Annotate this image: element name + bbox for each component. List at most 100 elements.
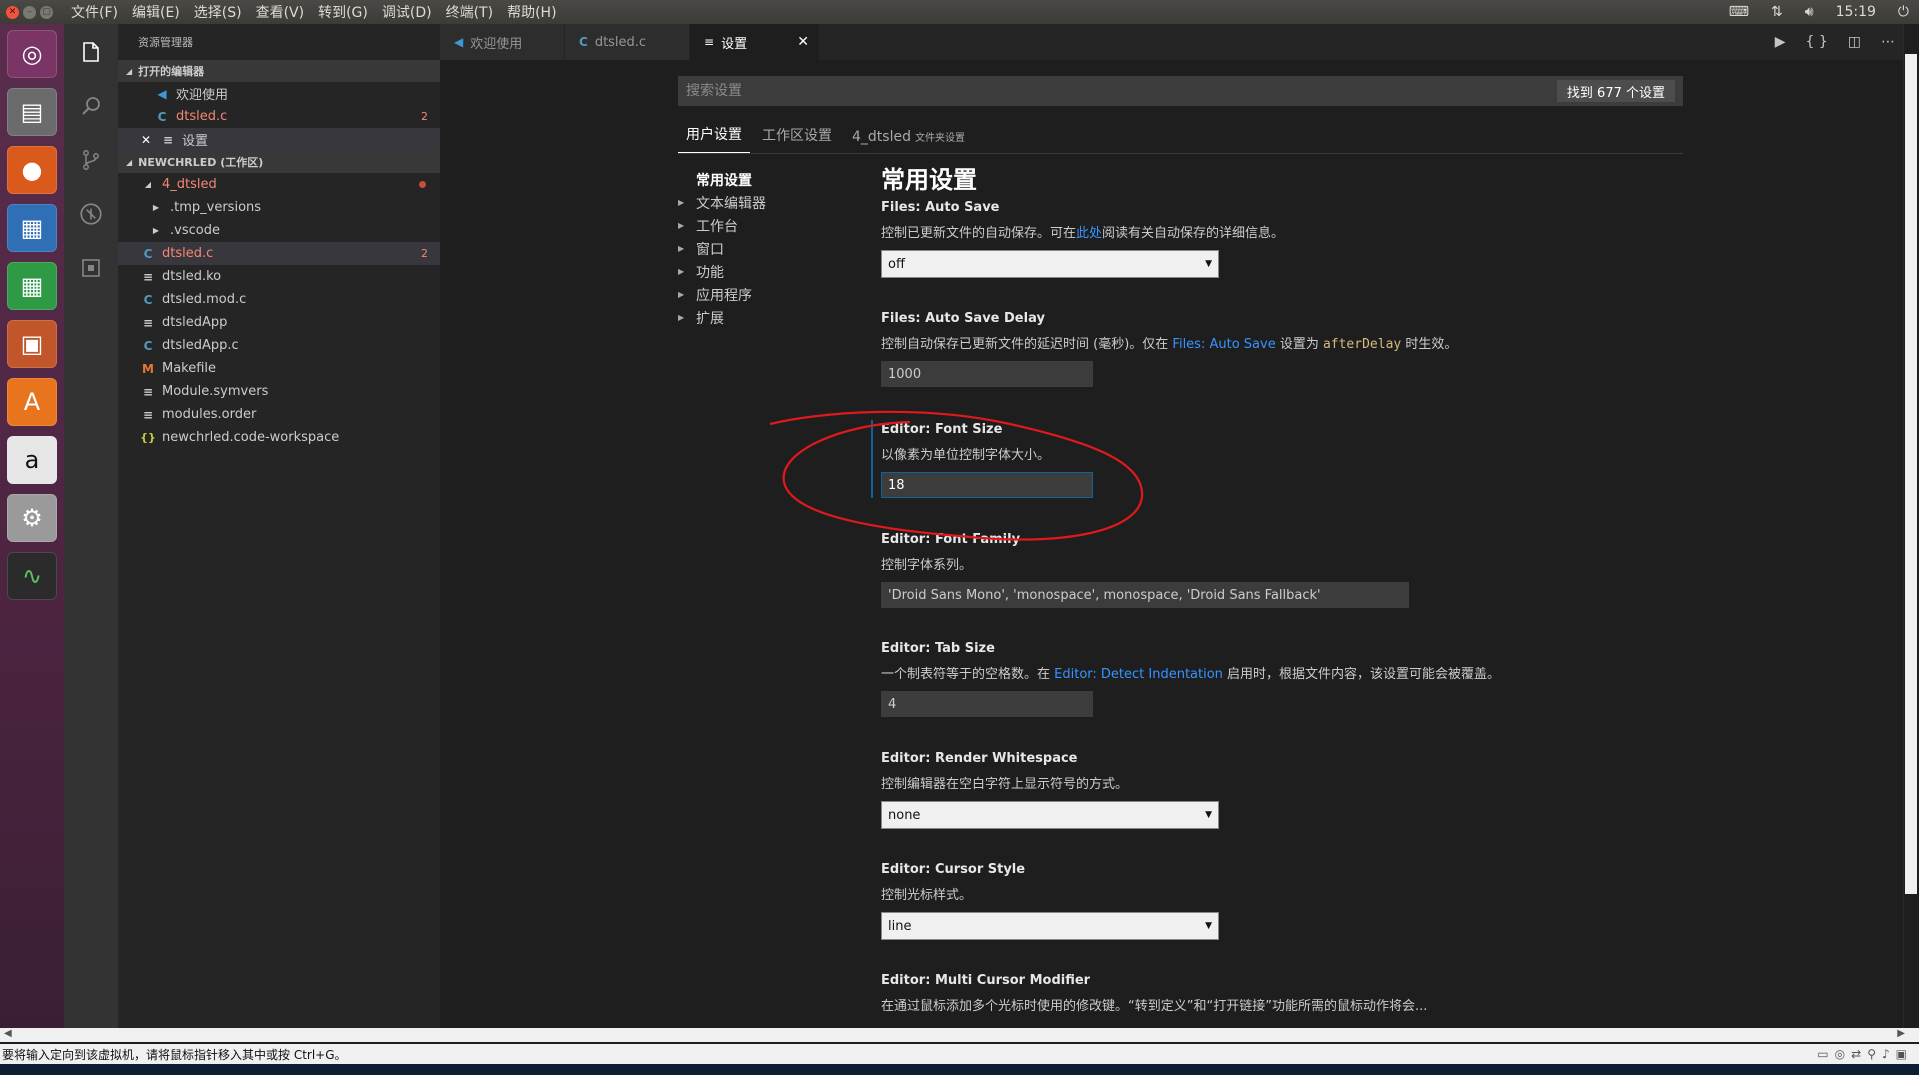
firefox-icon[interactable]: ● [7,146,57,194]
chevron-right-icon: ▶ [678,267,685,276]
menu-view[interactable]: 查看(V) [256,2,305,22]
vertical-scrollbar[interactable] [1903,24,1919,1028]
ubuntu-dash-icon[interactable]: ◎ [7,30,57,78]
tab-dtsled-c[interactable]: C dtsled.c [565,24,690,60]
close-icon[interactable]: ✕ [138,133,154,147]
setting-title: Editor: Font Size [881,422,1701,444]
tree-item-workspace-file[interactable]: {} newchrled.code-workspace [118,426,440,449]
cursor-style-select[interactable]: line ▼ [881,912,1219,940]
render-whitespace-select[interactable]: none ▼ [881,801,1219,829]
search-icon[interactable] [77,92,105,120]
hdd-icon[interactable]: ▭ [1817,1047,1828,1061]
toc-item-window[interactable]: ▶ 窗口 [678,237,828,260]
tree-item-makefile[interactable]: M Makefile [118,357,440,380]
open-editor-settings[interactable]: ✕ ≡ 设置 [118,128,440,151]
impress-icon[interactable]: ▣ [7,320,57,368]
menu-edit[interactable]: 编辑(E) [132,2,180,22]
c-file-icon: C [579,35,588,49]
toc-item-extensions[interactable]: ▶ 扩展 [678,306,828,329]
close-window-icon[interactable]: ✕ [6,5,19,19]
open-editors-header[interactable]: ◢ 打开的编辑器 [118,60,440,82]
auto-save-delay-input[interactable]: 1000 [881,361,1093,387]
source-control-icon[interactable] [77,146,105,174]
explorer-icon[interactable] [77,38,105,66]
tree-item-dtsled-ko[interactable]: ≡ dtsled.ko [118,265,440,288]
open-editor-dtsled-c[interactable]: C dtsled.c 2 [118,105,440,128]
desc-link[interactable]: 此处 [1076,226,1102,241]
power-icon[interactable]: ⏻ [1898,4,1909,20]
menu-file[interactable]: 文件(F) [71,2,118,22]
top-menu-bar: ✕ – ▢ 文件(F) 编辑(E) 选择(S) 查看(V) 转到(G) 调试(D… [0,0,1919,24]
menu-selection[interactable]: 选择(S) [194,2,242,22]
toc-item-application[interactable]: ▶ 应用程序 [678,283,828,306]
chevron-down-icon: ◢ [144,180,152,189]
setting-description: 控制编辑器在空白字符上显示符号的方式。 [881,777,1129,792]
toc-item-text-editor[interactable]: ▶ 文本编辑器 [678,191,828,214]
tab-settings[interactable]: ≡ 设置 ✕ [690,24,820,60]
tab-welcome[interactable]: ◀ 欢迎使用 [440,24,565,60]
files-icon[interactable]: ▤ [7,88,57,136]
tree-item-dtsled-c[interactable]: C dtsled.c 2 [118,242,440,265]
tab-user-settings[interactable]: 用户设置 [678,124,750,153]
volume-icon[interactable]: 🔊︎ [1805,4,1814,20]
writer-icon[interactable]: ▦ [7,204,57,252]
scroll-right-icon[interactable]: ▶ [1897,1028,1905,1039]
toc-item-workbench[interactable]: ▶ 工作台 [678,214,828,237]
minimize-window-icon[interactable]: – [23,5,36,19]
display-icon[interactable]: ▣ [1896,1047,1907,1061]
scroll-left-icon[interactable]: ◀ [4,1028,12,1039]
network-adapter-icon[interactable]: ⇄ [1851,1047,1861,1061]
tree-item-module-symvers[interactable]: ≡ Module.symvers [118,380,440,403]
split-editor-icon[interactable]: ◫ [1848,34,1861,50]
horizontal-scrollbar[interactable]: ◀ ▶ [0,1028,1919,1042]
auto-save-select[interactable]: off ▼ [881,250,1219,278]
clock[interactable]: 15:19 [1836,4,1876,20]
tab-workspace-settings[interactable]: 工作区设置 [754,125,840,153]
maximize-window-icon[interactable]: ▢ [40,5,53,19]
tree-item-dtsled-mod-c[interactable]: C dtsled.mod.c [118,288,440,311]
extensions-icon[interactable] [77,254,105,282]
software-center-icon[interactable]: A [7,378,57,426]
menu-help[interactable]: 帮助(H) [507,2,556,22]
font-family-input[interactable]: 'Droid Sans Mono', 'monospace', monospac… [881,582,1409,608]
setting-title: Editor: Render Whitespace [881,751,1701,773]
system-monitor-icon[interactable]: ∿ [7,552,57,600]
tab-size-input[interactable]: 4 [881,691,1093,717]
desc-link[interactable]: Editor: Detect Indentation [1054,667,1223,682]
network-icon[interactable]: ⇅ [1771,4,1783,20]
menu-go[interactable]: 转到(G) [318,2,368,22]
menu-debug[interactable]: 调试(D) [382,2,432,22]
open-json-icon[interactable]: { } [1806,34,1828,50]
folder-4-dtsled[interactable]: ◢ 4_dtsled [118,173,440,196]
run-icon[interactable]: ▶ [1775,34,1786,50]
menu-terminal[interactable]: 终端(T) [446,2,493,22]
tree-item-vscode[interactable]: ▶ .vscode [118,219,440,242]
sound-icon[interactable]: ♪ [1882,1047,1890,1061]
text-file-icon: ≡ [142,269,154,284]
usb-icon[interactable]: ⚲ [1867,1047,1876,1061]
cd-icon[interactable]: ◎ [1835,1047,1845,1061]
keyboard-icon[interactable]: ⌨ [1729,4,1749,20]
tree-item-tmp-versions[interactable]: ▶ .tmp_versions [118,196,440,219]
settings-toc: 常用设置 ▶ 文本编辑器 ▶ 工作台 ▶ 窗口 ▶ 功能 ▶ 应用程序 ▶ 扩展 [678,168,828,329]
tree-item-dtsledapp-c[interactable]: C dtsledApp.c [118,334,440,357]
tab-folder-settings[interactable]: 4_dtsled 文件夹设置 [844,129,973,153]
calc-icon[interactable]: ▦ [7,262,57,310]
tree-item-dtsledapp[interactable]: ≡ dtsledApp [118,311,440,334]
scroll-thumb[interactable] [1905,54,1917,894]
close-tab-icon[interactable]: ✕ [797,34,809,50]
tree-item-modules-order[interactable]: ≡ modules.order [118,403,440,426]
settings-search-input[interactable] [686,83,1683,99]
more-actions-icon[interactable]: ⋯ [1881,34,1895,50]
problem-count-badge: 2 [421,110,428,123]
desc-link[interactable]: Files: Auto Save [1172,337,1275,352]
toc-item-common[interactable]: 常用设置 [678,168,828,191]
debug-icon[interactable] [77,200,105,228]
workspace-header[interactable]: ◢ NEWCHRLED (工作区) [118,151,440,173]
open-editor-welcome[interactable]: ◀ 欢迎使用 [118,82,440,105]
font-size-input[interactable]: 18 [881,472,1093,498]
setting-font-family: Editor: Font Family 控制字体系列。 'Droid Sans … [881,532,1701,608]
amazon-icon[interactable]: a [7,436,57,484]
toc-item-features[interactable]: ▶ 功能 [678,260,828,283]
system-settings-icon[interactable]: ⚙ [7,494,57,542]
